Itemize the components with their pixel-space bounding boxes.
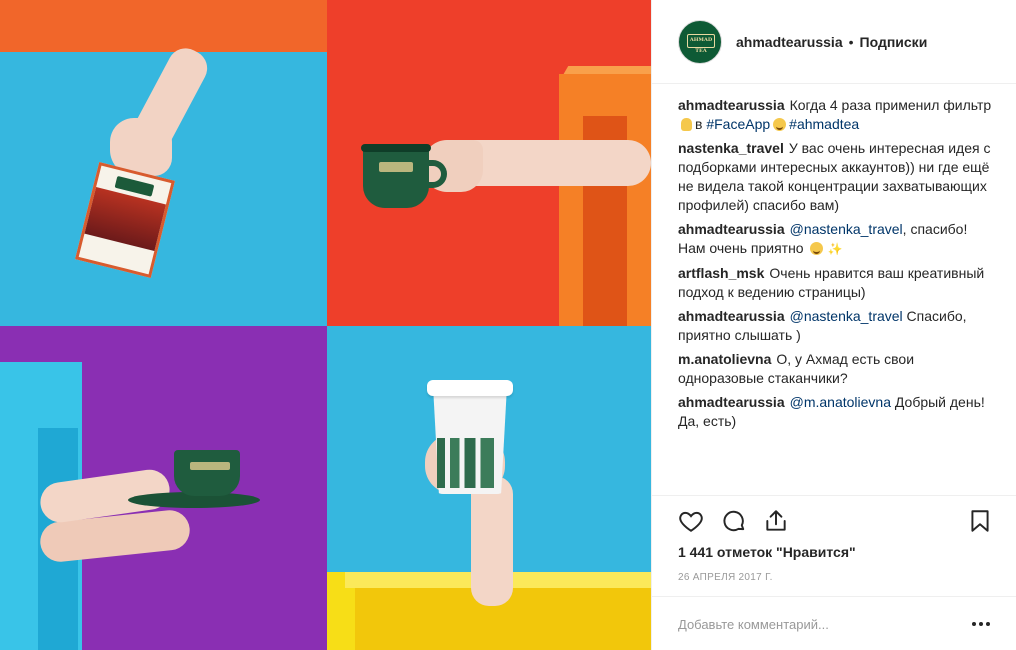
comment-text: Когда 4 раза применил фильтр	[789, 97, 992, 113]
hashtag-link[interactable]: #ahmadtea	[789, 116, 859, 132]
photo-quadrant-paper-cup	[327, 326, 651, 650]
smiley-emoji-icon	[773, 118, 787, 131]
green-cup	[363, 146, 429, 208]
share-icon[interactable]	[761, 506, 791, 536]
comment-username[interactable]: nastenka_travel	[678, 140, 784, 156]
comment-username[interactable]: ahmadtearussia	[678, 221, 785, 237]
cup-on-saucer	[174, 450, 240, 496]
heart-icon[interactable]	[676, 506, 706, 536]
hashtag-link[interactable]: #FaceApp	[706, 116, 770, 132]
hand-emoji-icon	[681, 118, 692, 131]
comment-username[interactable]: ahmadtearussia	[678, 394, 785, 410]
header-separator: •	[848, 33, 854, 50]
photo-quadrant-tea-box	[0, 0, 327, 326]
add-comment-input[interactable]	[678, 611, 958, 637]
comment-username[interactable]: artflash_msk	[678, 265, 764, 281]
post-header: AHMAD TEA ahmadtearussia • Подписки	[652, 0, 1016, 84]
comment-username[interactable]: ahmadtearussia	[678, 308, 785, 324]
mention-link[interactable]: @nastenka_travel	[790, 221, 903, 237]
comment-username[interactable]: ahmadtearussia	[678, 97, 785, 113]
add-comment-bar	[652, 596, 1016, 650]
likes-count[interactable]: 1 441 отметок "Нравится"	[678, 544, 856, 560]
post-date: 26 апреля 2017 г.	[678, 572, 773, 583]
photo-quadrant-green-cup	[327, 0, 651, 326]
smiley-emoji-icon	[810, 242, 824, 255]
mention-link[interactable]: @nastenka_travel	[790, 308, 903, 324]
tea-box	[75, 162, 175, 278]
comment-item: ahmadtearussia @nastenka_travel, спасибо!…	[678, 220, 996, 259]
comment-text: в	[695, 116, 707, 132]
post-side-panel: AHMAD TEA ahmadtearussia • Подписки ahma…	[651, 0, 1016, 650]
comment-username[interactable]: m.anatolievna	[678, 351, 771, 367]
instagram-post: AHMAD TEA ahmadtearussia • Подписки ahma…	[0, 0, 1016, 650]
bookmark-icon[interactable]	[965, 506, 995, 536]
mention-link[interactable]: @m.anatolievna	[790, 394, 891, 410]
more-options-icon[interactable]	[968, 611, 994, 637]
comment-icon[interactable]	[719, 506, 749, 536]
brand-logo: AHMAD TEA	[687, 33, 715, 54]
post-actions	[652, 495, 1016, 545]
sparkles-emoji-icon: ✨	[827, 242, 843, 256]
comment-item: ahmadtearussia @nastenka_travel Спасибо, …	[678, 307, 996, 345]
comment-item: m.anatolievna О, у Ахмад есть свои однора…	[678, 350, 996, 388]
comments-list: ahmadtearussia Когда 4 раза применил филь…	[678, 96, 996, 436]
avatar[interactable]: AHMAD TEA	[678, 19, 722, 64]
photo-quadrant-cup-and-saucer	[0, 326, 327, 650]
post-photo[interactable]	[0, 0, 651, 650]
comment-item: artflash_msk Очень нравится ваш креативны…	[678, 264, 996, 302]
comment-item: ahmadtearussia @m.anatolievna Добрый день…	[678, 393, 996, 431]
following-button[interactable]: Подписки	[860, 34, 928, 50]
comment-item: ahmadtearussia Когда 4 раза применил филь…	[678, 96, 996, 134]
post-author-username[interactable]: ahmadtearussia	[736, 34, 843, 50]
comment-item: nastenka_travel У вас очень интересная ид…	[678, 139, 996, 215]
